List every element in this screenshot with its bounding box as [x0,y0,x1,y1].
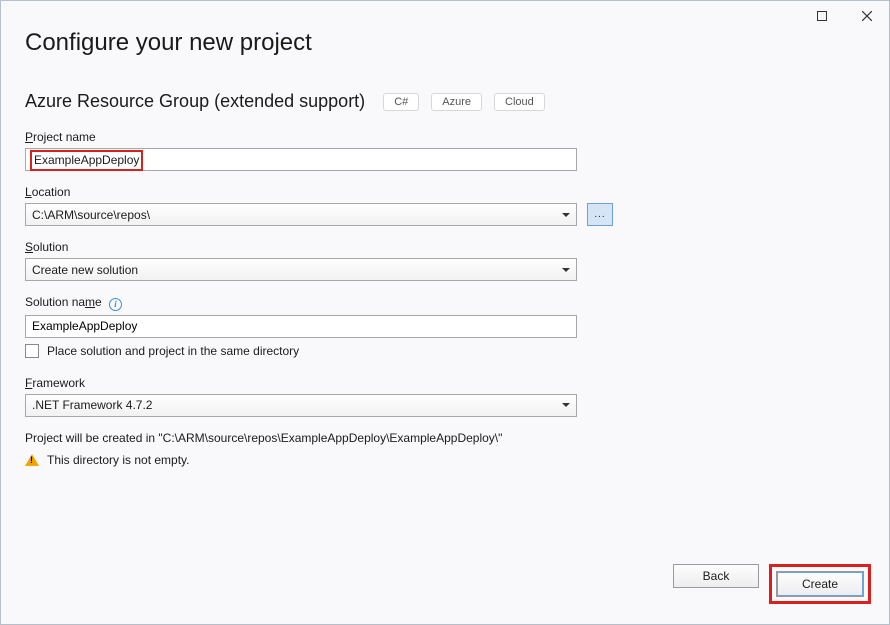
project-name-input[interactable]: ExampleAppDeploy [25,148,577,171]
create-button-highlight: Create [769,564,871,604]
solution-combo[interactable]: Create new solution [25,258,577,281]
maximize-button[interactable] [799,1,844,31]
framework-combo[interactable]: .NET Framework 4.7.2 [25,394,577,417]
chevron-down-icon [562,403,570,407]
info-icon[interactable]: i [109,298,122,311]
back-button[interactable]: Back [673,564,759,588]
solution-value: Create new solution [32,263,138,277]
tag-cloud: Cloud [494,93,545,111]
chevron-down-icon [562,213,570,217]
warning-icon [25,454,39,466]
solution-name-label: Solution name i [25,295,865,311]
chevron-down-icon [562,268,570,272]
project-type-subtitle: Azure Resource Group (extended support) [25,91,365,112]
location-label: Location [25,185,865,199]
framework-label: Framework [25,376,865,390]
project-name-value: ExampleAppDeploy [30,150,143,171]
close-icon [862,11,872,21]
page-title: Configure your new project [25,29,865,57]
tag-csharp: C# [383,93,419,111]
location-value: C:\ARM\source\repos\ [32,208,150,222]
same-directory-label: Place solution and project in the same d… [47,344,299,358]
create-button[interactable]: Create [776,571,864,597]
project-name-label: Project name [25,130,865,144]
solution-label: Solution [25,240,865,254]
maximize-icon [817,11,827,21]
tag-group: C# Azure Cloud [383,93,545,111]
creation-path-note: Project will be created in "C:\ARM\sourc… [25,431,865,445]
window-titlebar [799,1,889,31]
location-combo[interactable]: C:\ARM\source\repos\ [25,203,577,226]
same-directory-checkbox[interactable] [25,344,39,358]
close-button[interactable] [844,1,889,31]
warning-text: This directory is not empty. [47,453,190,467]
solution-name-input[interactable] [25,315,577,338]
browse-location-button[interactable]: ... [587,203,613,226]
framework-value: .NET Framework 4.7.2 [32,398,152,412]
tag-azure: Azure [431,93,482,111]
